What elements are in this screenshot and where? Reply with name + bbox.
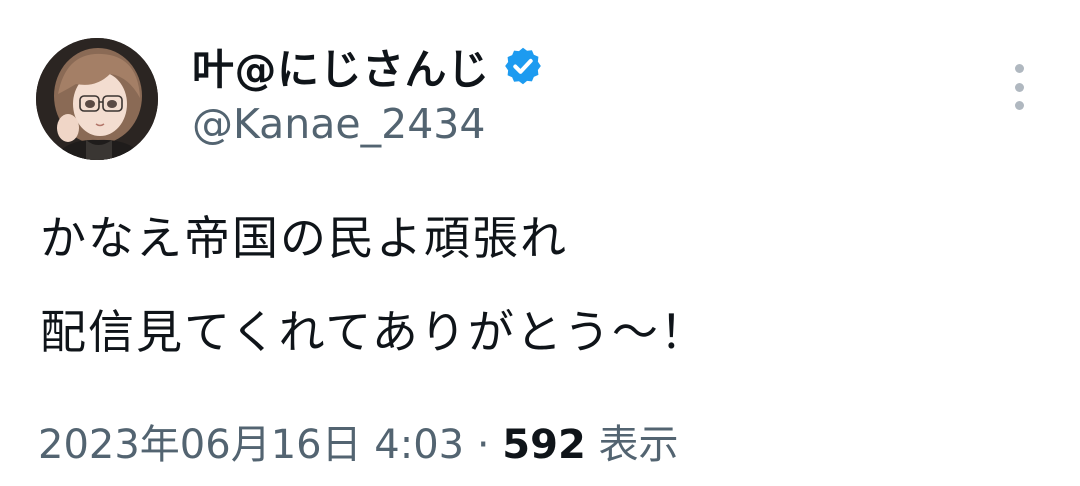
views-label: 表示 bbox=[598, 422, 679, 468]
more-dot bbox=[1014, 64, 1024, 73]
avatar[interactable] bbox=[36, 38, 158, 160]
tweet-text-line: 配信見てくれてありがとう～！ bbox=[40, 305, 708, 359]
author-name-row[interactable]: 叶@にじさんじ bbox=[192, 36, 544, 96]
more-options-icon[interactable] bbox=[1004, 64, 1034, 110]
more-dot bbox=[1014, 82, 1024, 92]
tweet-timestamp[interactable]: 2023年06月16日 4:03 bbox=[38, 422, 464, 468]
tweet-meta: 2023年06月16日 4:03 · 592 表示 bbox=[38, 412, 679, 470]
views-count: 592 bbox=[502, 422, 586, 468]
meta-separator: · bbox=[464, 422, 503, 468]
avatar-illustration bbox=[36, 38, 158, 160]
display-name[interactable]: 叶@にじさんじ bbox=[192, 36, 490, 97]
author-handle[interactable]: @Kanae_2434 bbox=[192, 100, 485, 148]
more-dot bbox=[1014, 101, 1024, 110]
verified-badge-icon bbox=[502, 45, 544, 87]
tweet-text-line: かなえ帝国の民よ頑張れ bbox=[40, 211, 568, 265]
